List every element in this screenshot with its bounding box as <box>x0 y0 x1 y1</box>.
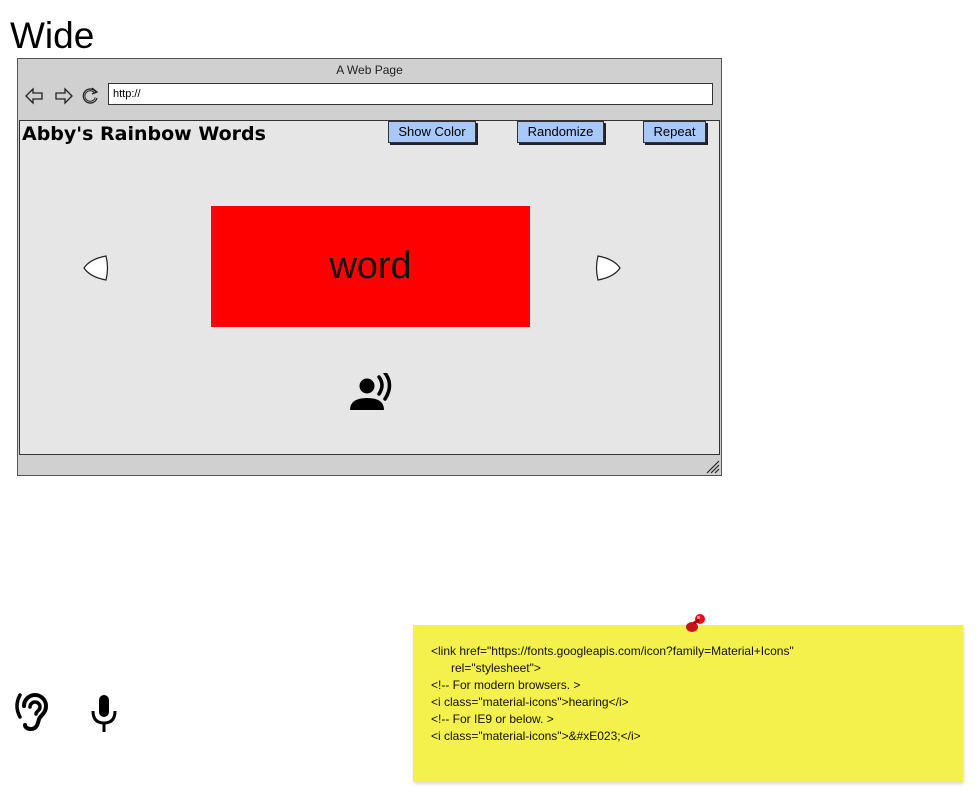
url-input[interactable]: http:// <box>108 83 713 105</box>
hearing-icon <box>15 693 49 732</box>
word-text: word <box>329 245 412 287</box>
page-heading: Wide <box>10 15 95 56</box>
code-line: rel="stylesheet"> <box>431 661 541 675</box>
status-bar <box>18 456 721 475</box>
code-line: <link href="https://fonts.googleapis.com… <box>431 644 794 658</box>
word-card: word <box>211 206 530 327</box>
page-viewport: Abby's Rainbow Words Show Color Randomiz… <box>19 120 720 455</box>
code-snippet: <link href="https://fonts.googleapis.com… <box>431 643 794 745</box>
microphone-icon <box>91 695 117 732</box>
pushpin-icon <box>686 614 705 632</box>
code-line: <!-- For modern browsers. > <box>431 678 581 692</box>
code-line: <i class="material-icons">hearing</i> <box>431 695 629 709</box>
back-arrow-icon[interactable] <box>24 86 44 106</box>
code-line: <!-- For IE9 or below. > <box>431 712 554 726</box>
browser-window: A Web Page http:// Abby's Rainbow Words … <box>17 58 722 476</box>
reload-icon[interactable] <box>80 86 100 106</box>
resize-grip-icon[interactable] <box>706 460 720 474</box>
forward-arrow-icon[interactable] <box>54 86 74 106</box>
window-title: A Web Page <box>336 63 403 77</box>
sticky-note: <link href="https://fonts.googleapis.com… <box>413 625 963 782</box>
record-voice-over-icon[interactable] <box>348 373 396 413</box>
next-icon[interactable] <box>594 253 624 283</box>
randomize-button[interactable]: Randomize <box>517 121 604 143</box>
app-title: Abby's Rainbow Words <box>22 123 266 145</box>
repeat-button[interactable]: Repeat <box>643 121 706 143</box>
previous-icon[interactable] <box>80 253 110 283</box>
show-color-button[interactable]: Show Color <box>388 121 476 143</box>
code-line: <i class="material-icons">&#xE023;</i> <box>431 729 641 743</box>
